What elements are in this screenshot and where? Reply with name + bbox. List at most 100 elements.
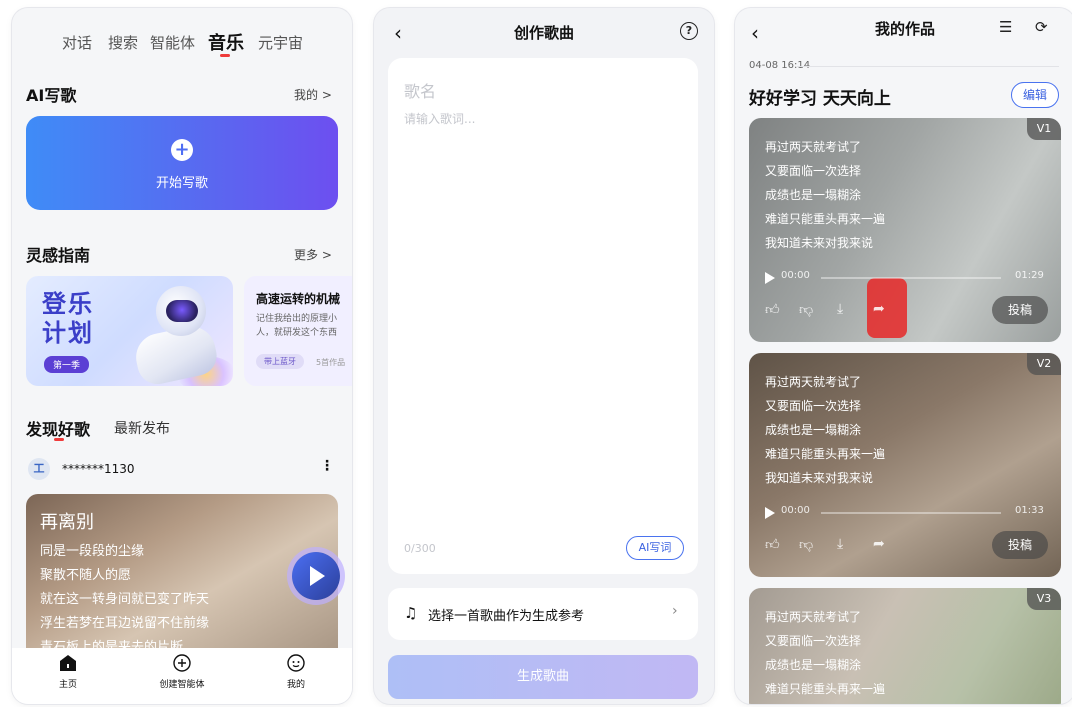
music-home-screen: 对话 搜索 智能体 音乐 元宇宙 AI写歌 我的 > + 开始写歌 灵感指南 更… xyxy=(12,8,352,704)
lyric-line: 又要面临一次选择 xyxy=(765,634,862,648)
machine-card-count: 5首作品 xyxy=(316,358,346,367)
progress-bar[interactable] xyxy=(821,512,1001,514)
time-total: 01:33 xyxy=(1015,505,1044,516)
discover-tab[interactable]: 发现好歌 xyxy=(26,416,90,440)
song-name-input[interactable]: 歌名 xyxy=(404,78,436,102)
generate-song-button[interactable]: 生成歌曲 xyxy=(388,655,698,699)
lyric-line: 难道只能重头再来一遍 xyxy=(765,682,886,696)
machine-card-desc: 记住我给出的原理小 人，就研发这个东西 xyxy=(256,314,338,338)
tab-metaverse[interactable]: 元宇宙 xyxy=(258,32,303,53)
active-tab-indicator xyxy=(220,54,230,57)
nav-mine-label: 我的 xyxy=(286,680,305,690)
music-note-icon: ♫ xyxy=(404,604,418,622)
nav-home-label: 主页 xyxy=(58,680,77,690)
song-lyric-line: 就在这一转身间就已变了昨天 xyxy=(40,592,210,607)
work-title: 好好学习 天天向上 xyxy=(749,89,891,109)
music-plan-title: 登乐 计划 xyxy=(42,290,94,347)
play-button[interactable] xyxy=(292,552,340,600)
lyric-line: 成绩也是一塌糊涂 xyxy=(765,188,862,202)
tab-chat[interactable]: 对话 xyxy=(62,32,92,53)
reference-song-label: 选择一首歌曲作为生成参考 xyxy=(428,609,585,624)
play-icon[interactable] xyxy=(765,507,775,519)
user-avatar[interactable]: 工 xyxy=(28,458,50,480)
nav-create-agent-label: 创建智能体 xyxy=(159,680,205,690)
song-lyric-line: 浮生若梦在耳边说留不住前缘 xyxy=(40,616,210,631)
song-lyric-line: 聚散不随人的愿 xyxy=(40,568,132,583)
version-badge: V3 xyxy=(1027,588,1061,610)
astronaut-illustration-visor xyxy=(166,300,198,322)
version-card-v2[interactable]: V2 再过两天就考试了 又要面临一次选择 成绩也是一塌糊涂 难道只能重头再来一遍… xyxy=(749,353,1061,577)
my-songs-link[interactable]: 我的 > xyxy=(294,86,332,103)
nav-mine[interactable]: 我的 xyxy=(256,654,336,690)
song-title: 再离别 xyxy=(40,512,94,533)
tab-search[interactable]: 搜索 xyxy=(108,32,138,53)
lyrics-editor: 歌名 请输入歌词... 0/300 AI写词 xyxy=(388,58,698,574)
lyric-line: 又要面临一次选择 xyxy=(765,164,862,178)
song-lyric-line: 同是一段段的尘缘 xyxy=(40,544,145,559)
inspiration-section-title: 灵感指南 xyxy=(26,246,91,265)
tab-agents[interactable]: 智能体 xyxy=(150,32,195,53)
add-circle-icon xyxy=(173,654,191,672)
dislike-icon[interactable]: 👎︎ xyxy=(799,536,813,553)
create-song-screen: ‹ 创作歌曲 ? 歌名 请输入歌词... 0/300 AI写词 ♫ 选择一首歌曲… xyxy=(374,8,714,704)
version-badge: V1 xyxy=(1027,118,1061,140)
download-icon[interactable]: ⤓ xyxy=(837,536,843,552)
lyric-line: 难道只能重头再来一遍 xyxy=(765,447,886,461)
dislike-icon[interactable]: 👎︎ xyxy=(799,301,813,318)
page-title: 创作歌曲 xyxy=(513,24,574,42)
more-inspiration-link[interactable]: 更多 > xyxy=(294,246,332,263)
nav-create-agent[interactable]: 创建智能体 xyxy=(142,654,222,690)
start-writing-label: 开始写歌 xyxy=(155,176,208,191)
inspiration-card-machine[interactable]: 高速运转的机械 记住我给出的原理小 人，就研发这个东西 带上蓝牙 5首作品 xyxy=(244,276,352,386)
lyric-line: 成绩也是一塌糊涂 xyxy=(765,658,862,672)
start-writing-card[interactable]: + 开始写歌 xyxy=(26,116,338,210)
ai-write-section-title: AI写歌 xyxy=(26,86,77,105)
lyric-line: 再过两天就考试了 xyxy=(765,610,862,624)
time-total: 01:29 xyxy=(1015,270,1044,281)
inspiration-card-music-plan[interactable]: 登乐 计划 第一季 xyxy=(26,276,233,386)
help-icon[interactable]: ? xyxy=(680,22,698,40)
version-card-v1[interactable]: V1 再过两天就考试了 又要面临一次选择 成绩也是一塌糊涂 难道只能重头再来一遍… xyxy=(749,118,1061,342)
lyric-line: 难道只能重头再来一遍 xyxy=(765,212,886,226)
progress-bar[interactable] xyxy=(821,277,1001,279)
song-author[interactable]: *******1130 xyxy=(62,462,135,476)
time-elapsed: 00:00 xyxy=(781,505,810,516)
version-card-v3[interactable]: V3 再过两天就考试了 又要面临一次选择 成绩也是一塌糊涂 难道只能重头再来一遍 xyxy=(749,588,1061,704)
plus-icon: + xyxy=(171,139,193,161)
discover-tab-indicator xyxy=(54,438,64,441)
machine-card-tag: 带上蓝牙 xyxy=(256,354,304,369)
share-icon[interactable]: ➦ xyxy=(873,301,885,317)
version-badge: V2 xyxy=(1027,353,1061,375)
submit-button[interactable]: 投稿 xyxy=(992,296,1048,324)
latest-tab[interactable]: 最新发布 xyxy=(114,418,170,438)
season-badge: 第一季 xyxy=(44,356,90,373)
like-icon[interactable]: 👍︎ xyxy=(765,536,780,553)
nav-home[interactable]: 主页 xyxy=(28,654,108,690)
share-icon[interactable]: ⟳ xyxy=(1035,18,1048,36)
chevron-right-icon: › xyxy=(672,603,678,619)
machine-card-title: 高速运转的机械 xyxy=(256,292,341,306)
lyric-line: 再过两天就考试了 xyxy=(765,140,862,154)
like-icon[interactable]: 👍︎ xyxy=(765,301,780,318)
playlist-icon[interactable]: ☰ xyxy=(999,18,1012,36)
download-icon[interactable]: ⤓ xyxy=(837,301,843,317)
tab-music[interactable]: 音乐 xyxy=(208,29,244,55)
divider xyxy=(797,66,1059,67)
my-works-screen: ‹ 我的作品 ☰ ⟳ 04-08 16:14 好好学习 天天向上 编辑 V1 再… xyxy=(735,8,1072,704)
bottom-navigation: 主页 创建智能体 我的 xyxy=(12,648,352,704)
reference-song-selector[interactable]: ♫ 选择一首歌曲作为生成参考 › xyxy=(388,588,698,640)
play-icon[interactable] xyxy=(765,272,775,284)
lyrics-input[interactable]: 请输入歌词... xyxy=(404,110,475,127)
lyric-line: 我知道未来对我来说 xyxy=(765,236,874,250)
edit-button[interactable]: 编辑 xyxy=(1011,82,1059,108)
char-counter: 0/300 xyxy=(404,542,436,555)
lyric-line: 成绩也是一塌糊涂 xyxy=(765,423,862,437)
submit-button[interactable]: 投稿 xyxy=(992,531,1048,559)
more-options-icon[interactable]: ⋮ xyxy=(320,458,334,474)
time-elapsed: 00:00 xyxy=(781,270,810,281)
share-icon[interactable]: ➦ xyxy=(873,536,885,552)
lyric-line: 我知道未来对我来说 xyxy=(765,471,874,485)
ai-lyrics-button[interactable]: AI写词 xyxy=(626,536,684,560)
play-icon xyxy=(310,566,325,586)
page-title: 我的作品 xyxy=(874,20,935,38)
